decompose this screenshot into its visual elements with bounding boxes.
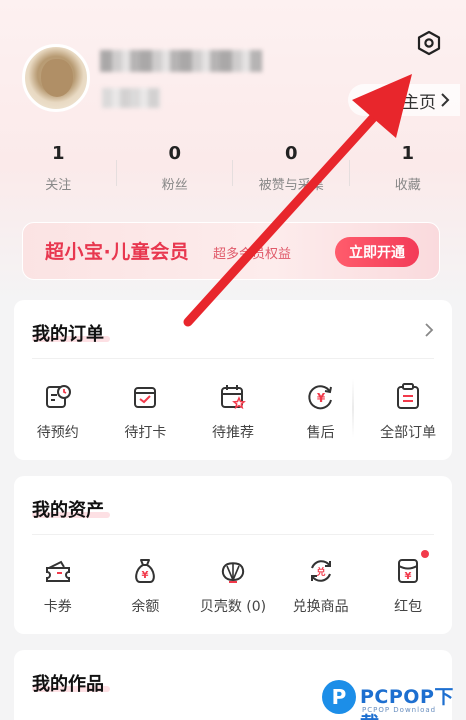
asset-item-label: 兑换商品	[292, 599, 349, 615]
orders-items: 待预约 待打卡 待推荐 ¥ 售后 全部订单	[14, 380, 452, 442]
asset-coupons[interactable]: 卡券	[14, 554, 102, 616]
svg-text:¥: ¥	[142, 570, 149, 581]
asset-red-envelope[interactable]: ¥ 红包	[364, 550, 452, 616]
vip-title: 超小宝·儿童会员	[45, 241, 190, 263]
orders-card: 我的订单 待预约 待打卡 待推荐 ¥ 售后 全部订单	[14, 300, 452, 460]
stats-row: 1 关注 0 粉丝 0 被赞与采集 1 收藏	[0, 140, 466, 200]
stat-favorites[interactable]: 1 收藏	[350, 140, 466, 200]
orders-title: 我的订单	[32, 324, 104, 345]
asset-exchange[interactable]: 兑 兑换商品	[277, 554, 365, 616]
order-pending-recommend[interactable]: 待推荐	[189, 380, 277, 442]
homepage-link[interactable]: 主页	[348, 84, 460, 116]
assets-title: 我的资产	[32, 500, 104, 521]
svg-text:¥: ¥	[316, 391, 325, 405]
stat-label: 收藏	[394, 178, 421, 193]
stat-label: 关注	[45, 178, 72, 193]
stat-label: 粉丝	[161, 178, 188, 193]
stat-fans[interactable]: 0 粉丝	[117, 140, 233, 200]
chevron-right-icon	[441, 93, 450, 107]
exchange-icon: 兑	[304, 554, 338, 588]
red-envelope-icon: ¥	[391, 550, 430, 588]
asset-item-label: 余额	[131, 599, 160, 615]
user-id-blurred	[102, 88, 160, 108]
stat-value: 1	[51, 143, 65, 164]
ticket-icon	[41, 554, 75, 588]
stat-following[interactable]: 1 关注	[0, 140, 117, 200]
username-blurred	[100, 50, 262, 72]
watermark-brand: PCPOP下载	[360, 686, 454, 720]
vip-membership-banner[interactable]: 超小宝·儿童会员 超多会员权益 立即开通	[22, 222, 440, 280]
calendar-clock-icon	[41, 380, 75, 414]
homepage-label: 主页	[402, 92, 436, 113]
order-item-label: 待推荐	[211, 425, 254, 441]
vip-open-button[interactable]: 立即开通	[335, 237, 419, 267]
watermark-sub: PCPOP Download	[362, 706, 437, 714]
order-pending-appointment[interactable]: 待预约	[14, 380, 102, 442]
stat-value: 0	[284, 143, 298, 164]
asset-item-label: 贝壳数 (0)	[199, 599, 267, 615]
svg-text:¥: ¥	[405, 571, 412, 582]
assets-items: 卡券 ¥ 余额 贝壳数 (0) 兑 兑换商品 ¥ 红包	[14, 550, 452, 616]
svg-text:兑: 兑	[316, 566, 325, 578]
pcpop-logo-icon: P	[322, 680, 356, 714]
asset-balance[interactable]: ¥ 余额	[102, 554, 190, 616]
order-pending-checkin[interactable]: 待打卡	[102, 380, 190, 442]
order-item-label: 待打卡	[124, 425, 167, 441]
refund-yen-icon: ¥	[304, 380, 338, 414]
order-after-sales[interactable]: ¥ 售后	[277, 380, 365, 442]
asset-item-label: 卡券	[43, 599, 72, 615]
money-bag-icon: ¥	[128, 554, 162, 588]
calendar-star-icon	[216, 380, 250, 414]
watermark-logo: P PCPOP下载 PCPOP Download	[322, 676, 462, 720]
order-item-label: 售后	[306, 425, 335, 441]
clipboard-list-icon	[391, 380, 425, 414]
shell-icon	[216, 554, 250, 588]
asset-item-label: 红包	[394, 599, 423, 615]
asset-shells[interactable]: 贝壳数 (0)	[189, 554, 277, 616]
order-item-label: 全部订单	[380, 425, 437, 441]
notification-dot	[421, 550, 430, 558]
avatar[interactable]	[22, 44, 90, 112]
stat-value: 0	[168, 143, 182, 164]
stat-value: 1	[401, 143, 415, 164]
vip-subtitle: 超多会员权益	[213, 247, 292, 262]
works-title: 我的作品	[32, 674, 104, 695]
assets-card: 我的资产 卡券 ¥ 余额 贝壳数 (0) 兑 兑换商品 ¥ 红包	[14, 476, 452, 634]
order-all[interactable]: 全部订单	[364, 380, 452, 442]
check-bag-icon	[128, 380, 162, 414]
stat-label: 被赞与采集	[258, 178, 324, 193]
chevron-right-icon[interactable]	[424, 322, 434, 338]
order-item-label: 待预约	[36, 425, 79, 441]
stat-likes-collects[interactable]: 0 被赞与采集	[233, 140, 350, 200]
